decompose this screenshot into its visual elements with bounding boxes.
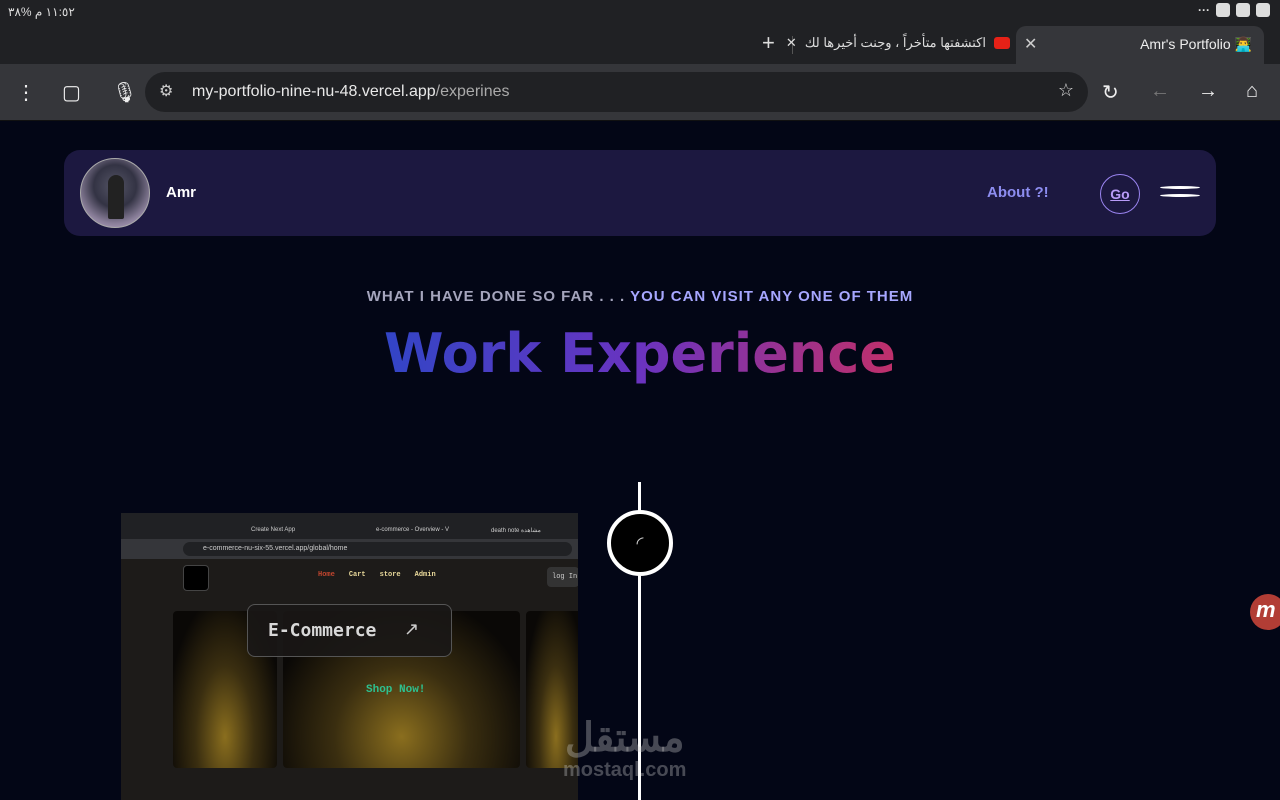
timeline-node-logo-icon: ◜ [607, 510, 673, 576]
bookmark-star-icon[interactable]: ☆ [1058, 80, 1074, 101]
screenshot-nav: Admin [414, 571, 436, 579]
address-bar[interactable]: ⚙ my-portfolio-nine-nu-48.vercel.app/exp… [145, 72, 1088, 112]
close-icon[interactable]: ✕ [786, 35, 797, 51]
app-icon [1216, 3, 1230, 17]
screenshot-cta: Shop Now! [366, 684, 426, 696]
status-time: ١١:٥٢ م [34, 5, 75, 19]
subtitle-highlight: YOU CAN VISIT ANY ONE OF THEM [630, 288, 914, 305]
screenshot-login: log In [547, 567, 578, 587]
watermark-latin: mostaql.com [563, 759, 687, 781]
tab-title: اكتشفتها متأخراً ، وجنت أخيرها لك [804, 35, 986, 50]
tab-switcher-icon[interactable]: ▢ [62, 80, 81, 105]
watermark-arabic: مستقل [564, 716, 685, 760]
close-icon[interactable]: ✕ [1024, 34, 1037, 54]
browser-toolbar: ⋮ ▢ 🎙 ⚙ my-portfolio-nine-nu-48.vercel.a… [0, 64, 1280, 121]
reload-icon[interactable]: ↻ [1102, 80, 1119, 105]
screenshot-url: e-commerce-nu-six-55.vercel.app/global/h… [183, 542, 572, 556]
page-title: Work Experience [0, 322, 1280, 385]
screenshot-nav: Cart [348, 571, 366, 579]
forward-icon[interactable]: → [1198, 80, 1218, 103]
site-navbar: Amr About ?! Go [64, 150, 1216, 236]
screenshot-tabs: Create Next App e-commerce - Overview - … [121, 523, 578, 539]
tab-title: Amr's Portfolio 👨‍💻 [1140, 36, 1252, 52]
url-host: my-portfolio-nine-nu-48.vercel.app [192, 83, 436, 100]
project-title: E-Commerce [268, 620, 377, 641]
avatar [80, 158, 150, 228]
battery-level: %٣٨ [8, 5, 32, 19]
screenshot-status [121, 513, 578, 523]
screenshot-logo [183, 565, 209, 591]
project-card[interactable]: E-Commerce ↗ [247, 604, 452, 657]
screenshot-tab: Create Next App [251, 527, 296, 533]
mostaql-badge-icon[interactable]: m [1250, 594, 1280, 630]
site-settings-icon[interactable]: ⚙ [159, 81, 173, 101]
about-link[interactable]: About ?! [987, 184, 1049, 201]
tab-portfolio[interactable]: ✕ Amr's Portfolio 👨‍💻 [1016, 26, 1264, 64]
section-subtitle: WHAT I HAVE DONE SO FAR . . . YOU CAN VI… [0, 288, 1280, 305]
image-icon [1256, 3, 1270, 17]
screenshot-tab: death note مشاهدة [491, 528, 541, 534]
screenshot-nav: store [379, 571, 401, 579]
app-icon [1236, 3, 1250, 17]
external-link-icon[interactable]: ↗ [404, 619, 419, 640]
page-title-text: Work Experience [384, 322, 896, 385]
back-icon[interactable]: ← [1150, 80, 1170, 103]
tab-strip: + ✕ اكتشفتها متأخراً ، وجنت أخيرها لك ✕ Am… [0, 26, 1280, 64]
hamburger-menu-icon[interactable] [1160, 186, 1200, 202]
screenshot-tab: e-commerce - Overview - V [376, 527, 450, 533]
url-path: /experines [435, 83, 510, 100]
youtube-icon [994, 37, 1010, 49]
menu-icon[interactable]: ⋮ [16, 80, 36, 105]
home-icon[interactable]: ⌂ [1246, 80, 1258, 103]
microphone-icon[interactable]: 🎙 [112, 80, 137, 105]
tab-youtube[interactable]: ✕ اكتشفتها متأخراً ، وجنت أخيرها لك [786, 35, 1010, 51]
watermark: مستقل mostaql.com [563, 717, 686, 782]
screenshot-nav: Home [318, 571, 335, 579]
status-bar: ١١:٥٢ م %٣٨ ··· [0, 0, 1280, 26]
site-name[interactable]: Amr [166, 184, 196, 201]
subtitle-part: WHAT I HAVE DONE SO FAR . . . [366, 288, 631, 305]
new-tab-button[interactable]: + [762, 30, 775, 56]
go-button[interactable]: Go [1100, 174, 1140, 214]
